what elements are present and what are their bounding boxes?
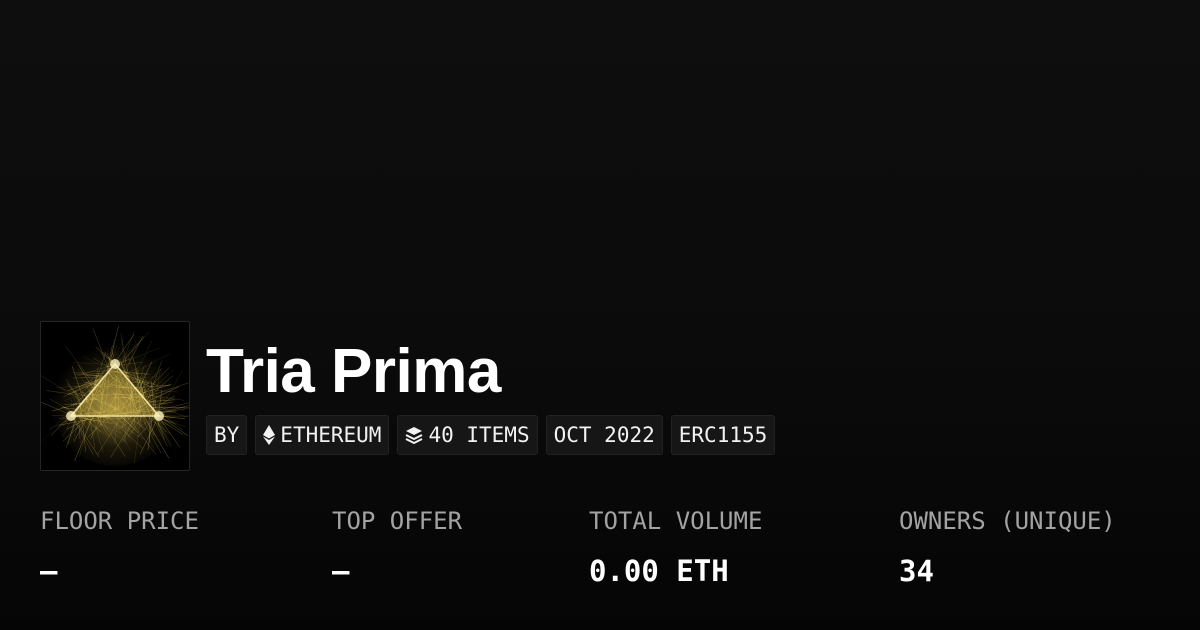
badge-items-label: 40 ITEMS xyxy=(428,423,530,447)
golden-triangle-artwork xyxy=(41,325,189,466)
stat-floor-price: FLOOR PRICE – xyxy=(40,503,199,589)
stat-label: FLOOR PRICE xyxy=(40,507,199,535)
stat-label: TOP OFFER xyxy=(332,507,463,535)
stat-label: OWNERS (UNIQUE) xyxy=(899,507,1116,535)
collection-badges: BY ETHEREUM 40 ITEMS OCT 2022 ERC1155 xyxy=(206,415,776,455)
stat-top-offer: TOP OFFER – xyxy=(332,503,462,589)
stat-total-volume: TOTAL VOLUME 0.00 ETH xyxy=(589,503,762,589)
badge-items[interactable]: 40 ITEMS xyxy=(397,415,538,455)
stat-value: – xyxy=(40,554,58,588)
stat-owners: OWNERS (UNIQUE) 34 xyxy=(899,503,1116,589)
badge-standard: ERC1155 xyxy=(670,415,776,455)
stat-value: 34 xyxy=(899,554,934,588)
badge-chain-label: ETHEREUM xyxy=(280,423,382,447)
badge-date: OCT 2022 xyxy=(545,415,663,455)
badge-creator[interactable]: BY xyxy=(206,415,248,455)
badge-creator-label: BY xyxy=(214,423,240,447)
layers-icon xyxy=(405,426,423,444)
badge-standard-label: ERC1155 xyxy=(678,423,768,447)
stat-label: TOTAL VOLUME xyxy=(589,507,763,535)
stat-value: 0.00 ETH xyxy=(589,554,729,588)
stat-value: – xyxy=(332,554,350,588)
ethereum-icon xyxy=(263,425,276,445)
collection-title: Tria Prima xyxy=(206,337,501,406)
badge-chain[interactable]: ETHEREUM xyxy=(255,415,390,455)
collection-thumbnail xyxy=(40,321,190,471)
badge-date-label: OCT 2022 xyxy=(553,423,655,447)
collection-stats: FLOOR PRICE – TOP OFFER – TOTAL VOLUME 0… xyxy=(40,503,1180,603)
